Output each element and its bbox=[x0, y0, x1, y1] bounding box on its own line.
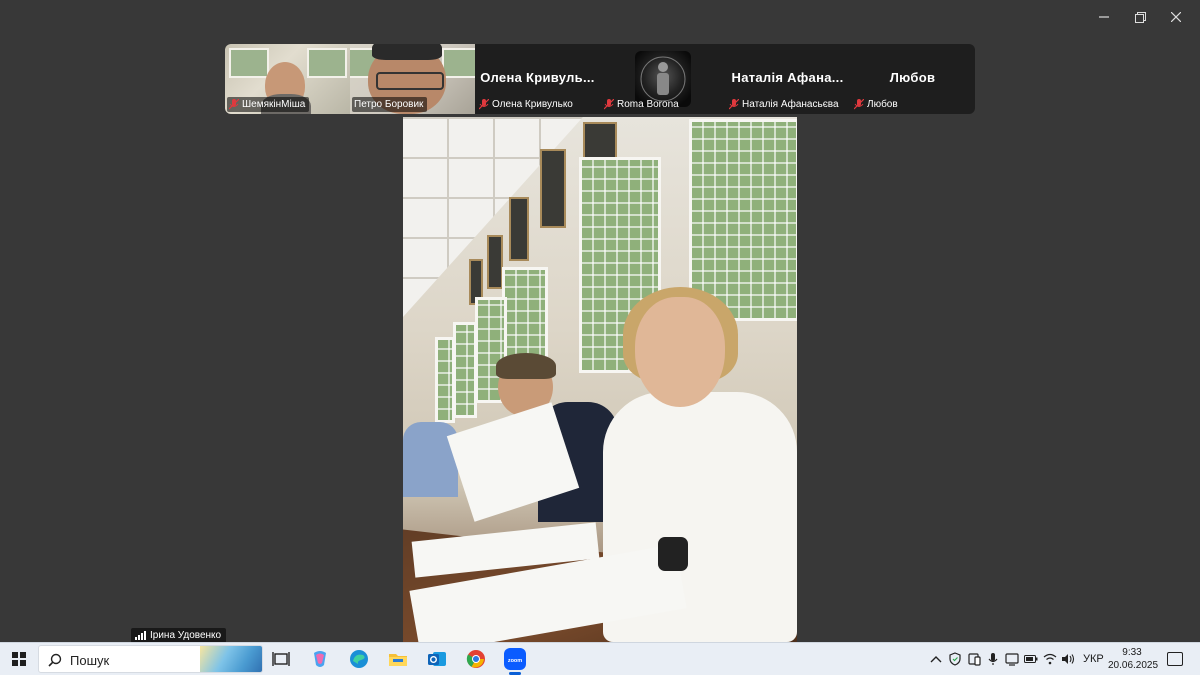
chrome-button[interactable] bbox=[464, 647, 488, 671]
participant-label: Наталія Афанасьєва bbox=[727, 97, 843, 112]
wifi-icon bbox=[1043, 653, 1057, 665]
search-highlight-image bbox=[200, 646, 262, 672]
edge-button[interactable] bbox=[347, 647, 371, 671]
folder-icon bbox=[389, 654, 407, 666]
participant-display-name: Наталія Афана... bbox=[731, 70, 844, 85]
participant-tile[interactable]: ШемякінМіша bbox=[225, 44, 350, 114]
glasses bbox=[376, 72, 444, 90]
speaker-name: Ірина Удовенко bbox=[150, 630, 222, 641]
wall-poster bbox=[442, 48, 475, 78]
taskbar-search[interactable]: Пошук bbox=[38, 645, 263, 673]
close-button[interactable] bbox=[1158, 6, 1194, 28]
person-man-hair bbox=[496, 353, 556, 379]
zoom-button[interactable]: zoom bbox=[503, 647, 527, 675]
participant-tile[interactable]: Roma Borona bbox=[600, 44, 725, 114]
volume-tray-button[interactable] bbox=[1061, 652, 1075, 666]
battery-tray-button[interactable] bbox=[1024, 652, 1038, 666]
wall-portrait bbox=[509, 197, 529, 261]
participant-label: Петро Боровик bbox=[352, 97, 428, 112]
participant-name: Любов bbox=[867, 99, 898, 110]
notification-center-button[interactable] bbox=[1167, 652, 1183, 666]
clock-time: 9:33 bbox=[1122, 647, 1142, 658]
person-left bbox=[403, 422, 458, 497]
task-view-button[interactable] bbox=[269, 647, 293, 671]
participant-name: Наталія Афанасьєва bbox=[742, 99, 839, 110]
speaker-volume-icon bbox=[1062, 654, 1075, 664]
participant-display-name: Любов bbox=[889, 70, 936, 85]
restore-icon bbox=[1134, 11, 1146, 23]
participant-label: Олена Кривулько bbox=[477, 97, 577, 112]
participant-display-name: Олена Кривуль... bbox=[480, 70, 595, 85]
mic-muted-icon bbox=[728, 98, 740, 110]
participant-tile[interactable]: Наталія Афана... Наталія Афанасьєва bbox=[725, 44, 850, 114]
wall-poster bbox=[307, 48, 347, 78]
minimize-icon bbox=[1099, 16, 1109, 18]
wifi-tray-button[interactable] bbox=[1043, 652, 1057, 666]
clock[interactable]: 9:33 20.06.2025 bbox=[1108, 646, 1159, 672]
task-view-icon bbox=[272, 652, 290, 666]
participant-name: Петро Боровик bbox=[354, 99, 424, 110]
svg-text:zoom: zoom bbox=[508, 658, 522, 664]
mic-muted-icon bbox=[853, 98, 865, 110]
wall-poster bbox=[229, 48, 269, 78]
speaker-face bbox=[635, 297, 725, 407]
search-icon bbox=[48, 653, 62, 667]
outlook-button[interactable] bbox=[425, 647, 449, 671]
restore-button[interactable] bbox=[1122, 6, 1158, 28]
clock-date: 20.06.2025 bbox=[1108, 660, 1159, 671]
shield-icon bbox=[949, 652, 961, 666]
participant-tile[interactable]: Петро Боровик bbox=[350, 44, 475, 114]
wall-poster bbox=[435, 337, 455, 423]
speaker-name-label: Ірина Удовенко bbox=[131, 628, 227, 643]
microphone-icon bbox=[988, 653, 998, 665]
monitor-icon bbox=[1005, 653, 1019, 666]
copilot-button[interactable] bbox=[308, 647, 332, 671]
chrome-icon bbox=[466, 650, 485, 668]
zoom-icon: zoom bbox=[504, 648, 526, 670]
edge-icon bbox=[350, 650, 368, 668]
participant-tile[interactable]: Олена Кривуль... Олена Кривулько bbox=[475, 44, 600, 114]
mic-muted-icon bbox=[603, 98, 615, 110]
device-tray-button[interactable] bbox=[967, 652, 981, 666]
participant-name: ШемякінМіша bbox=[242, 99, 306, 110]
taskbar: Пошук zoom УКР 9:33 20.06.2025 bbox=[0, 642, 1200, 675]
participant-label: ШемякінМіша bbox=[227, 97, 310, 112]
start-button[interactable] bbox=[12, 652, 26, 666]
outlook-icon bbox=[428, 652, 446, 666]
wall-portrait bbox=[540, 149, 566, 228]
copilot-icon bbox=[314, 651, 326, 667]
smartwatch bbox=[658, 537, 688, 571]
microphone-tray-button[interactable] bbox=[986, 652, 1000, 666]
show-hidden-icons-button[interactable] bbox=[929, 652, 943, 666]
window-controls bbox=[1086, 6, 1194, 28]
minimize-button[interactable] bbox=[1086, 6, 1122, 28]
search-placeholder: Пошук bbox=[70, 653, 110, 668]
participant-tile[interactable]: Любов Любов bbox=[850, 44, 975, 114]
display-tray-button[interactable] bbox=[1005, 652, 1019, 666]
participant-label: Любов bbox=[852, 97, 902, 112]
signal-strength-icon bbox=[135, 631, 146, 640]
participant-name: Олена Кривулько bbox=[492, 99, 573, 110]
close-icon bbox=[1171, 12, 1181, 22]
participant-name: Roma Borona bbox=[617, 99, 679, 110]
phone-link-icon bbox=[968, 653, 981, 666]
wall-portrait bbox=[487, 235, 503, 289]
active-speaker-video[interactable] bbox=[403, 117, 797, 642]
participant-strip: ШемякінМіша Петро Боровик Олена Кривуль.… bbox=[225, 44, 975, 114]
wall-poster bbox=[453, 322, 477, 418]
participant-hair bbox=[372, 44, 442, 60]
input-language[interactable]: УКР bbox=[1083, 653, 1104, 665]
mic-muted-icon bbox=[478, 98, 490, 110]
file-explorer-button[interactable] bbox=[386, 647, 410, 671]
mic-muted-icon bbox=[228, 98, 240, 110]
battery-icon bbox=[1024, 655, 1038, 663]
security-tray-button[interactable] bbox=[948, 652, 962, 666]
participant-label: Roma Borona bbox=[602, 97, 683, 112]
chevron-up-icon bbox=[930, 656, 942, 663]
